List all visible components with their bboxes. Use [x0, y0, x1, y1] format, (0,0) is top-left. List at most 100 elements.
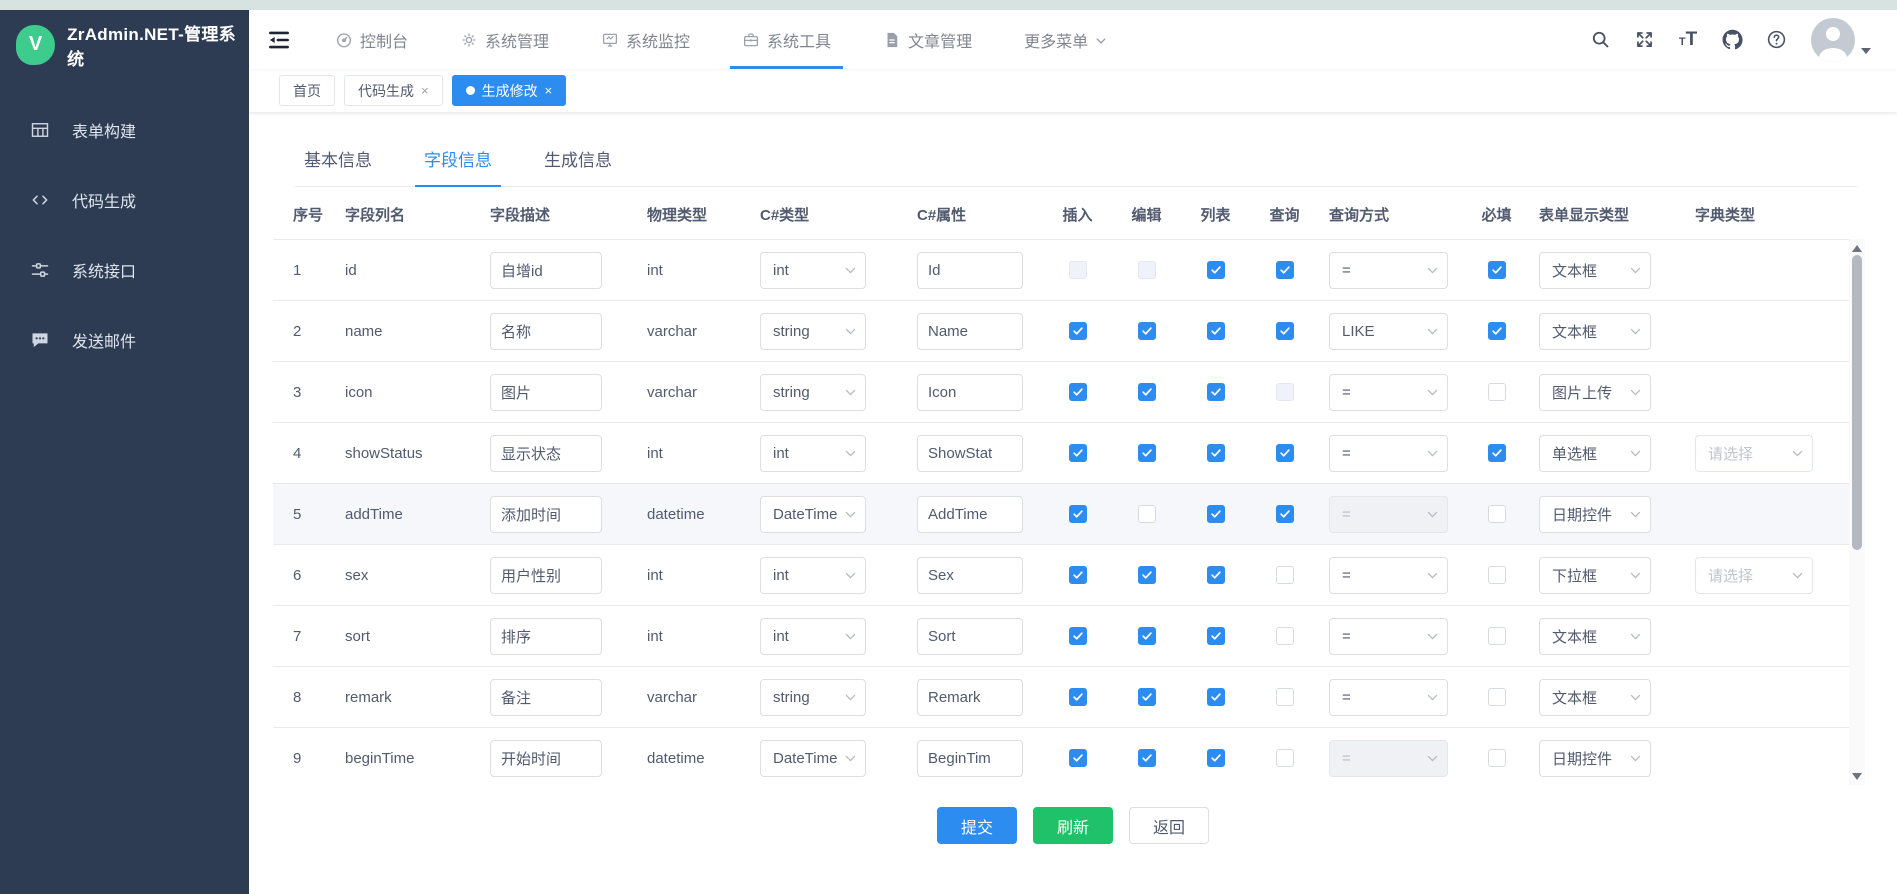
csharp-property-input[interactable]	[917, 435, 1023, 472]
display-type-select[interactable]: 文本框	[1539, 313, 1651, 350]
search-icon[interactable]	[1583, 23, 1617, 57]
description-input[interactable]	[490, 313, 602, 350]
csharp-type-select[interactable]: int	[760, 618, 866, 655]
github-icon[interactable]	[1715, 23, 1749, 57]
list-checkbox-checked[interactable]	[1207, 444, 1225, 462]
required-checkbox-unchecked[interactable]	[1488, 505, 1506, 523]
display-type-select[interactable]: 文本框	[1539, 252, 1651, 289]
insert-checkbox-checked[interactable]	[1069, 505, 1087, 523]
insert-checkbox-checked[interactable]	[1069, 322, 1087, 340]
description-input[interactable]	[490, 496, 602, 533]
query-mode-select[interactable]: =	[1329, 252, 1448, 289]
nav-item-5[interactable]: 文章管理	[857, 10, 998, 69]
user-menu[interactable]	[1811, 18, 1871, 62]
nav-item-4[interactable]: 系统工具	[716, 10, 857, 69]
list-checkbox-checked[interactable]	[1207, 749, 1225, 767]
required-checkbox-checked[interactable]	[1488, 444, 1506, 462]
sidebar-item-3[interactable]: 系统接口	[0, 235, 249, 305]
csharp-property-input[interactable]	[917, 679, 1023, 716]
description-input[interactable]	[490, 740, 602, 777]
edit-checkbox-checked[interactable]	[1138, 688, 1156, 706]
tag-3[interactable]: 生成修改×	[452, 75, 567, 106]
edit-checkbox-unchecked[interactable]	[1138, 505, 1156, 523]
scroll-up-icon[interactable]	[1849, 241, 1865, 255]
display-type-select[interactable]: 文本框	[1539, 679, 1651, 716]
display-type-select[interactable]: 文本框	[1539, 618, 1651, 655]
submit-button[interactable]: 提交	[937, 807, 1017, 844]
insert-checkbox-checked[interactable]	[1069, 383, 1087, 401]
list-checkbox-checked[interactable]	[1207, 566, 1225, 584]
description-input[interactable]	[490, 435, 602, 472]
edit-checkbox-checked[interactable]	[1138, 566, 1156, 584]
menu-fold-icon[interactable]	[249, 10, 309, 69]
query-checkbox-checked[interactable]	[1276, 322, 1294, 340]
list-checkbox-checked[interactable]	[1207, 505, 1225, 523]
edit-checkbox-checked[interactable]	[1138, 444, 1156, 462]
required-checkbox-unchecked[interactable]	[1488, 749, 1506, 767]
insert-checkbox-checked[interactable]	[1069, 749, 1087, 767]
query-mode-select[interactable]: =	[1329, 557, 1448, 594]
query-mode-select[interactable]: =	[1329, 435, 1448, 472]
description-input[interactable]	[490, 679, 602, 716]
display-type-select[interactable]: 下拉框	[1539, 557, 1651, 594]
csharp-type-select[interactable]: int	[760, 435, 866, 472]
list-checkbox-checked[interactable]	[1207, 261, 1225, 279]
list-checkbox-checked[interactable]	[1207, 322, 1225, 340]
dict-type-select[interactable]: 请选择	[1695, 435, 1813, 472]
query-mode-select[interactable]: =	[1329, 618, 1448, 655]
description-input[interactable]	[490, 374, 602, 411]
csharp-type-select[interactable]: int	[760, 557, 866, 594]
nav-item-1[interactable]: 控制台	[309, 10, 434, 69]
nav-item-6[interactable]: 更多菜单	[998, 10, 1133, 69]
back-button[interactable]: 返回	[1129, 807, 1209, 844]
csharp-property-input[interactable]	[917, 740, 1023, 777]
tab-2[interactable]: 字段信息	[415, 146, 501, 187]
dict-type-select[interactable]: 请选择	[1695, 557, 1813, 594]
csharp-property-input[interactable]	[917, 374, 1023, 411]
csharp-type-select[interactable]: string	[760, 313, 866, 350]
description-input[interactable]	[490, 252, 602, 289]
tag-1[interactable]: 首页	[279, 75, 335, 106]
required-checkbox-unchecked[interactable]	[1488, 627, 1506, 645]
nav-item-2[interactable]: 系统管理	[434, 10, 575, 69]
query-mode-select[interactable]: =	[1329, 374, 1448, 411]
query-checkbox-unchecked[interactable]	[1276, 749, 1294, 767]
close-icon[interactable]: ×	[545, 84, 553, 97]
csharp-type-select[interactable]: string	[760, 374, 866, 411]
required-checkbox-unchecked[interactable]	[1488, 566, 1506, 584]
csharp-type-select[interactable]: string	[760, 679, 866, 716]
list-checkbox-checked[interactable]	[1207, 688, 1225, 706]
csharp-property-input[interactable]	[917, 313, 1023, 350]
edit-checkbox-checked[interactable]	[1138, 627, 1156, 645]
insert-checkbox-checked[interactable]	[1069, 688, 1087, 706]
insert-checkbox-checked[interactable]	[1069, 566, 1087, 584]
description-input[interactable]	[490, 557, 602, 594]
nav-item-3[interactable]: 系统监控	[575, 10, 716, 69]
display-type-select[interactable]: 单选框	[1539, 435, 1651, 472]
close-icon[interactable]: ×	[421, 84, 429, 97]
required-checkbox-checked[interactable]	[1488, 261, 1506, 279]
tag-2[interactable]: 代码生成×	[344, 75, 443, 106]
description-input[interactable]	[490, 618, 602, 655]
query-checkbox-unchecked[interactable]	[1276, 566, 1294, 584]
edit-checkbox-checked[interactable]	[1138, 322, 1156, 340]
logo[interactable]: V ZrAdmin.NET-管理系统	[0, 10, 249, 79]
list-checkbox-checked[interactable]	[1207, 627, 1225, 645]
fontsize-icon[interactable]: TT	[1671, 23, 1705, 57]
query-mode-select[interactable]: =	[1329, 679, 1448, 716]
sidebar-item-2[interactable]: 代码生成	[0, 165, 249, 235]
query-checkbox-checked[interactable]	[1276, 444, 1294, 462]
query-mode-select[interactable]: LIKE	[1329, 313, 1448, 350]
edit-checkbox-checked[interactable]	[1138, 383, 1156, 401]
scroll-down-icon[interactable]	[1849, 769, 1865, 783]
csharp-property-input[interactable]	[917, 496, 1023, 533]
csharp-property-input[interactable]	[917, 618, 1023, 655]
required-checkbox-checked[interactable]	[1488, 322, 1506, 340]
insert-checkbox-checked[interactable]	[1069, 444, 1087, 462]
help-icon[interactable]	[1759, 23, 1793, 57]
csharp-type-select[interactable]: DateTime	[760, 496, 866, 533]
required-checkbox-unchecked[interactable]	[1488, 383, 1506, 401]
sidebar-item-4[interactable]: 发送邮件	[0, 305, 249, 375]
csharp-type-select[interactable]: DateTime	[760, 740, 866, 777]
tab-1[interactable]: 基本信息	[295, 146, 381, 187]
